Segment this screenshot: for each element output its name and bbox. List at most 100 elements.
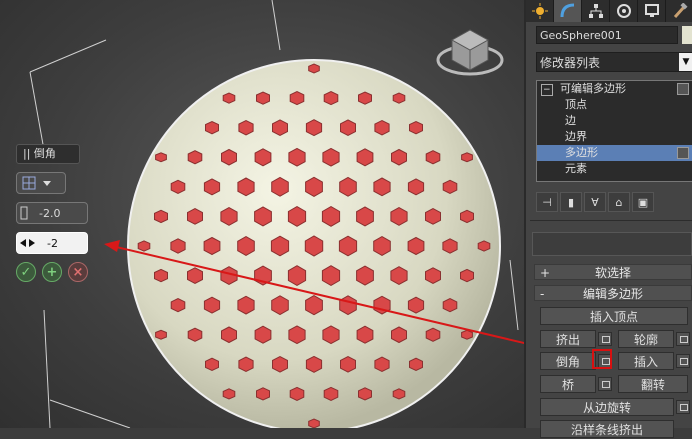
hierarchy-icon (588, 4, 603, 18)
tab-modify[interactable] (554, 0, 582, 22)
hole (374, 356, 390, 373)
hole (287, 206, 307, 227)
hole (340, 119, 356, 136)
hinge-settings-button[interactable] (676, 400, 690, 414)
object-name-field[interactable]: GeoSphere001 (536, 26, 678, 44)
hole (272, 119, 288, 136)
hole (425, 267, 441, 284)
inset-button[interactable]: 插入 (618, 352, 674, 370)
bridge-settings-button[interactable] (598, 377, 612, 391)
configure-sets-button[interactable]: ▣ (632, 192, 654, 212)
flip-button[interactable]: 翻转 (618, 375, 688, 393)
hole (390, 207, 408, 226)
insert-vertex-button[interactable]: 插入顶点 (540, 307, 688, 325)
outline-spinner[interactable]: -2 (16, 232, 88, 254)
stack-item-edge[interactable]: 边 (537, 113, 692, 129)
hole (321, 206, 341, 227)
hole (308, 63, 320, 74)
rollout-placeholder (532, 232, 692, 256)
command-tabs (526, 0, 692, 22)
hole (271, 295, 289, 316)
hole (154, 209, 168, 224)
toggle-icon[interactable] (677, 83, 689, 95)
rollout-title: 编辑多边形 (582, 287, 643, 301)
extrude-settings-button[interactable] (598, 332, 612, 346)
extrude-along-spline-button[interactable]: 沿样条线挤出 (540, 420, 674, 438)
hole (154, 268, 168, 283)
collapse-icon: − (541, 84, 553, 96)
hole (392, 388, 406, 400)
hole (322, 147, 340, 167)
caddy-title[interactable]: || 倒角 (16, 144, 80, 164)
show-end-result-button[interactable]: ▮ (560, 192, 582, 212)
hole (155, 329, 167, 340)
hinge-from-edge-button[interactable]: 从边旋转 (540, 398, 674, 416)
hole (271, 176, 289, 197)
tab-hierarchy[interactable] (582, 0, 610, 22)
unique-icon: ∀ (591, 195, 599, 209)
hole (322, 325, 340, 345)
hole (237, 177, 255, 197)
apply-button[interactable]: + (42, 262, 62, 282)
hole (442, 179, 458, 194)
rollout-soft-selection[interactable]: + 软选择 (534, 264, 692, 280)
stack-item-polygon[interactable]: 多边形 (537, 145, 692, 161)
remove-modifier-button[interactable]: ⌂ (608, 192, 630, 212)
group-icon (22, 176, 51, 190)
hole (287, 265, 307, 286)
pin-stack-button[interactable]: ⊣ (536, 192, 558, 212)
outline-settings-button[interactable] (676, 332, 690, 346)
hole (155, 152, 167, 163)
check-icon: ✓ (20, 264, 32, 280)
tab-display[interactable] (638, 0, 666, 22)
extrude-button[interactable]: 挤出 (540, 330, 596, 348)
hole (203, 178, 221, 196)
tab-create[interactable] (526, 0, 554, 22)
modifier-stack: − 可编辑多边形 顶点 边 边界 多边形 元素 (536, 80, 692, 182)
stack-item-vertex[interactable]: 顶点 (537, 97, 692, 113)
rollout-edit-polygons[interactable]: - 编辑多边形 (534, 285, 692, 301)
inset-settings-button[interactable] (676, 354, 690, 368)
cancel-button[interactable]: × (68, 262, 88, 282)
stack-item-editable-poly[interactable]: − 可编辑多边形 (537, 81, 692, 97)
hole (305, 295, 323, 316)
viewcube[interactable] (436, 29, 504, 76)
hole (425, 327, 441, 342)
modifier-list-dropdown[interactable]: 修改器列表 ▼ (536, 52, 692, 72)
object-color-swatch[interactable] (682, 26, 692, 44)
hole (187, 267, 203, 284)
hole (205, 121, 219, 135)
collapse-icon: - (540, 287, 545, 301)
make-unique-button[interactable]: ∀ (584, 192, 606, 212)
bevel-button[interactable]: 倒角 (540, 352, 596, 370)
stack-item-border[interactable]: 边界 (537, 129, 692, 145)
hole (308, 418, 320, 428)
hole (288, 147, 306, 167)
pin-icon: ⊣ (542, 195, 552, 209)
bevel-type-select[interactable] (16, 172, 66, 194)
hole (407, 236, 425, 256)
hole (358, 387, 372, 401)
hole (289, 386, 305, 401)
hole (289, 91, 305, 106)
bridge-button[interactable]: 桥 (540, 375, 596, 393)
toggle-icon[interactable] (677, 147, 689, 159)
tab-motion[interactable] (610, 0, 638, 22)
hole (391, 326, 407, 344)
hole (137, 240, 151, 252)
outline-button[interactable]: 轮廓 (618, 330, 674, 348)
hole (238, 119, 254, 136)
stack-item-element[interactable]: 元素 (537, 161, 692, 177)
hole (323, 91, 339, 106)
viewport-perspective[interactable]: || 倒角 -2.0 -2 ✓ + × (0, 0, 524, 428)
hole (409, 357, 423, 371)
height-spinner[interactable]: -2.0 (16, 202, 88, 224)
hole (356, 325, 374, 344)
hole (304, 235, 324, 257)
tab-utilities[interactable] (666, 0, 692, 22)
hole (321, 265, 341, 286)
hole (460, 209, 474, 224)
highlight-box (592, 349, 612, 369)
stack-item-label: 边 (565, 114, 576, 127)
ok-button[interactable]: ✓ (16, 262, 36, 282)
